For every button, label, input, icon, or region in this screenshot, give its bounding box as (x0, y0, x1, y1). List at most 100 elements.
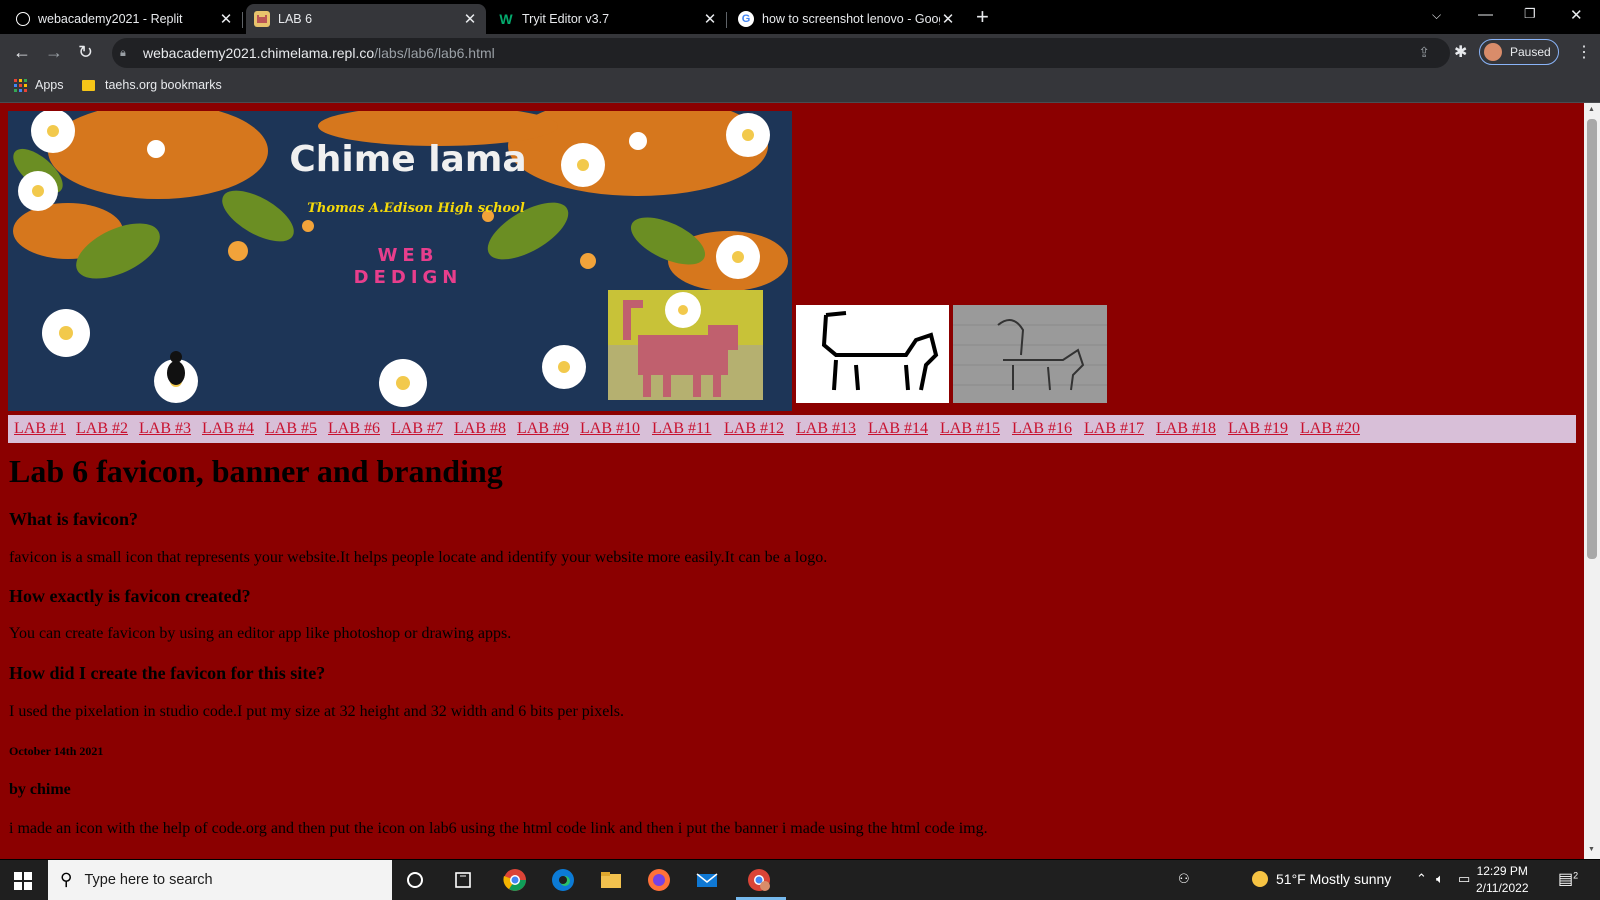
nav-link-lab6[interactable]: LAB #6 (328, 420, 380, 438)
taskbar-clock[interactable]: 12:29 PM 2/11/2022 (1476, 863, 1529, 897)
nav-link-lab3[interactable]: LAB #3 (139, 420, 191, 438)
page-scrollbar[interactable]: ▲ ▼ (1584, 103, 1600, 859)
nav-link-lab14[interactable]: LAB #14 (868, 420, 928, 438)
tab-google[interactable]: G how to screenshot lenovo - Goog ✕ (730, 4, 964, 34)
nav-link-lab9[interactable]: LAB #9 (517, 420, 569, 438)
weather-widget[interactable]: 51°F Mostly sunny (1252, 871, 1391, 887)
tab-search-chevron-icon[interactable]: ⌵ (1432, 8, 1441, 23)
new-tab-button[interactable]: + (976, 6, 989, 28)
nav-link-lab2[interactable]: LAB #2 (76, 420, 128, 438)
share-icon[interactable]: ⇪ (1418, 44, 1430, 61)
pixel-cat-image (608, 290, 763, 400)
close-tab-icon[interactable]: ✕ (702, 10, 718, 28)
close-window-button[interactable]: ✕ (1570, 6, 1583, 24)
mail-icon[interactable] (694, 867, 720, 893)
banner-web: WEB (378, 245, 439, 266)
bookmark-label: Apps (35, 78, 64, 92)
section-heading: How did I create the favicon for this si… (9, 663, 326, 683)
scroll-up-icon[interactable]: ▲ (1588, 106, 1595, 113)
scrollbar-thumb[interactable] (1587, 119, 1597, 559)
section-text: You can create favicon by using an edito… (9, 625, 512, 642)
clock-time: 12:29 PM (1476, 864, 1528, 878)
section-text: favicon is a small icon that represents … (9, 549, 828, 566)
notification-count: 2 (1573, 870, 1579, 881)
close-tab-icon[interactable]: ✕ (940, 10, 956, 28)
section-heading: What is favicon? (9, 509, 139, 529)
nav-link-lab5[interactable]: LAB #5 (265, 420, 317, 438)
browser-toolbar: ← → ↻ 🔒︎ webacademy2021.chimelama.repl.c… (0, 34, 1600, 72)
firefox-icon[interactable] (646, 867, 672, 893)
bookmark-taehs[interactable]: taehs.org bookmarks (82, 78, 222, 92)
nav-link-lab13[interactable]: LAB #13 (796, 420, 856, 438)
page-title: Lab 6 favicon, banner and branding (9, 453, 503, 489)
outline-cat-image (796, 305, 949, 403)
section-text: I used the pixelation in studio code.I p… (9, 703, 624, 720)
nav-link-lab10[interactable]: LAB #10 (580, 420, 640, 438)
nav-link-lab1[interactable]: LAB #1 (14, 420, 66, 438)
nav-link-lab18[interactable]: LAB #18 (1156, 420, 1216, 438)
file-explorer-icon[interactable] (598, 867, 624, 893)
google-icon: G (738, 11, 754, 27)
cat-favicon-icon (254, 11, 270, 27)
weather-text: 51°F Mostly sunny (1276, 871, 1392, 887)
bookmarks-bar: Apps taehs.org bookmarks (0, 72, 1600, 103)
taskbar-search[interactable]: ⚲ Type here to search (48, 860, 392, 900)
back-arrow-icon[interactable]: ← (13, 42, 31, 62)
banner-school: Thomas A.Edison High school (307, 201, 525, 216)
restore-button[interactable]: ❐ (1524, 6, 1536, 22)
windows-start-icon[interactable] (14, 872, 32, 890)
sketch-cat-image (953, 305, 1107, 403)
cortana-icon[interactable] (402, 867, 428, 893)
nav-link-lab8[interactable]: LAB #8 (454, 420, 506, 438)
tab-title: Tryit Editor v3.7 (522, 12, 610, 26)
close-tab-icon[interactable]: ✕ (218, 10, 234, 28)
profile-status: Paused (1510, 45, 1551, 59)
tab-strip: webacademy2021 - Replit ✕ LAB 6 ✕ W Tryi… (0, 0, 1600, 34)
avatar (1484, 43, 1502, 61)
replit-icon (16, 12, 30, 26)
task-view-icon[interactable] (450, 867, 476, 893)
extensions-puzzle-icon[interactable]: ✱ (1454, 42, 1467, 62)
show-hidden-icons-chevron-icon[interactable]: ⌃ (1416, 871, 1427, 887)
nav-link-lab15[interactable]: LAB #15 (940, 420, 1000, 438)
close-tab-icon[interactable]: ✕ (462, 10, 478, 28)
edge-icon[interactable] (550, 867, 576, 893)
address-bar[interactable]: 🔒︎ webacademy2021.chimelama.repl.co/labs… (112, 38, 1450, 68)
windows-taskbar: ⚲ Type here to search ⚇ 51°F Mostly sunn… (0, 860, 1600, 900)
tab-lab6[interactable]: LAB 6 ✕ (246, 4, 486, 34)
url-path: /labs/lab6/lab6.html (374, 45, 495, 61)
chrome-icon[interactable] (502, 867, 528, 893)
tab-tryit[interactable]: W Tryit Editor v3.7 ✕ (490, 4, 727, 34)
lock-icon: 🔒︎ (120, 46, 126, 59)
nav-link-lab20[interactable]: LAB #20 (1300, 420, 1360, 438)
volume-icon[interactable]: 🔈︎ (1436, 871, 1444, 887)
nav-link-lab4[interactable]: LAB #4 (202, 420, 254, 438)
nav-link-lab11[interactable]: LAB #11 (652, 420, 711, 438)
bookmark-apps[interactable]: Apps (14, 78, 64, 92)
url-host: webacademy2021.chimelama.repl.co (143, 45, 375, 61)
nav-link-lab7[interactable]: LAB #7 (391, 420, 443, 438)
nav-link-lab12[interactable]: LAB #12 (724, 420, 784, 438)
banner-title: Chime lama (289, 139, 526, 180)
reload-icon[interactable]: ↻ (78, 42, 93, 62)
profile-button[interactable]: Paused (1479, 39, 1559, 65)
people-icon[interactable]: ⚇ (1178, 871, 1190, 887)
tab-title: how to screenshot lenovo - Goog (762, 12, 940, 26)
lab-nav-bar: LAB #1 LAB #2 LAB #3 LAB #4 LAB #5 LAB #… (8, 415, 1576, 443)
nav-link-lab17[interactable]: LAB #17 (1084, 420, 1144, 438)
banner-dedign: DEDIGN (354, 267, 463, 288)
nav-link-lab16[interactable]: LAB #16 (1012, 420, 1072, 438)
forward-arrow-icon[interactable]: → (45, 42, 63, 62)
notifications-icon[interactable]: ▤2 (1558, 869, 1578, 889)
menu-kebab-icon[interactable]: ⋮ (1576, 42, 1592, 62)
sun-icon (1252, 871, 1268, 887)
w3schools-icon: W (499, 11, 513, 27)
network-icon[interactable]: ▭ (1458, 871, 1470, 887)
post-date: October 14th 2021 (9, 744, 104, 758)
scroll-down-icon[interactable]: ▼ (1588, 846, 1595, 853)
tab-replit[interactable]: webacademy2021 - Replit ✕ (8, 4, 243, 34)
minimize-button[interactable]: — (1478, 6, 1493, 23)
search-placeholder: Type here to search (84, 872, 213, 888)
chrome-profile-icon[interactable] (746, 867, 772, 893)
nav-link-lab19[interactable]: LAB #19 (1228, 420, 1288, 438)
